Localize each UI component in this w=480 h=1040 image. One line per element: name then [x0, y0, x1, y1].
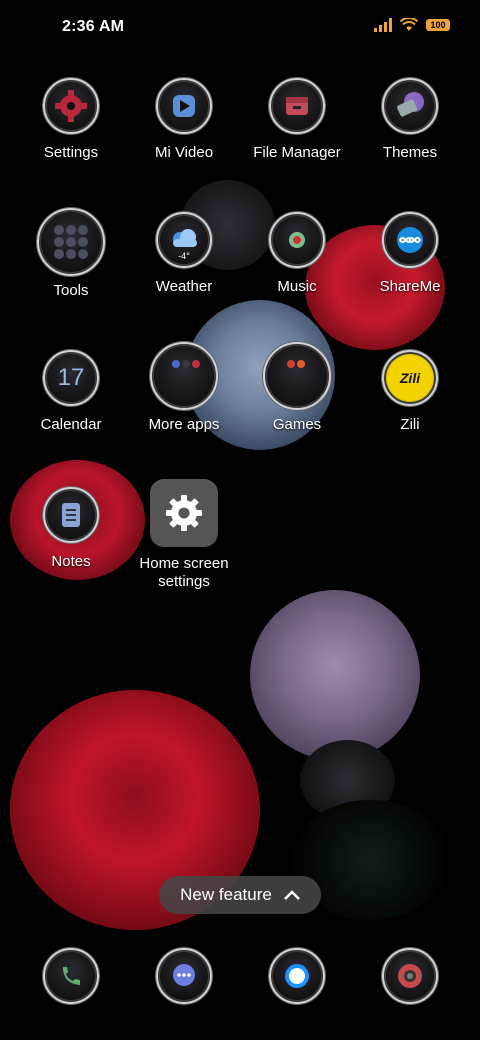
signal-icon [374, 18, 392, 32]
camera-icon [382, 948, 438, 1004]
battery-level: 100 [430, 20, 446, 30]
cloud-icon: -4° [156, 212, 212, 268]
app-label: File Manager [253, 144, 341, 161]
battery-icon: 100 [426, 19, 450, 31]
app-label: Zili [400, 416, 420, 433]
app-label: Home screen settings [139, 555, 229, 590]
status-icons: 100 [374, 18, 450, 32]
clock: 2:36 AM [62, 18, 125, 35]
new-feature-button[interactable]: New feature [159, 876, 321, 914]
app-themes[interactable]: Themes [355, 78, 465, 162]
calendar-day: 17 [57, 364, 85, 391]
infinity-icon [382, 212, 438, 268]
folder-grid-icon [263, 342, 331, 410]
app-zili[interactable]: Zili Zili [355, 350, 465, 434]
app-settings[interactable]: Settings [16, 78, 126, 162]
rose-purple [250, 590, 420, 760]
app-label: Music [277, 278, 317, 295]
app-games[interactable]: Games [242, 342, 352, 434]
app-label: Calendar [40, 416, 102, 433]
new-feature-label: New feature [180, 885, 272, 904]
app-home-screen-settings[interactable]: Home screen settings [129, 479, 239, 591]
notes-icon [43, 487, 99, 543]
app-label: More apps [148, 416, 220, 433]
app-label: Mi Video [154, 144, 214, 161]
browser-icon [269, 948, 325, 1004]
dock-camera[interactable] [355, 948, 465, 1004]
wifi-icon [400, 18, 418, 31]
app-label: Games [272, 416, 322, 433]
zili-logo: Zili [382, 350, 438, 406]
app-calendar[interactable]: 17 Calendar [16, 350, 126, 434]
play-icon [156, 78, 212, 134]
app-label: ShareMe [379, 278, 441, 295]
gear-icon [150, 479, 218, 547]
folder-icon [269, 78, 325, 134]
app-mi-video[interactable]: Mi Video [129, 78, 239, 162]
app-label: Notes [51, 553, 91, 570]
weather-temp: -4° [178, 251, 190, 261]
app-weather[interactable]: -4° Weather [129, 212, 239, 296]
app-label: Tools [53, 282, 89, 299]
dock-messages[interactable] [129, 948, 239, 1004]
music-icon [269, 212, 325, 268]
app-more-apps[interactable]: More apps [129, 342, 239, 434]
app-file-manager[interactable]: File Manager [242, 78, 352, 162]
folder-grid-icon [150, 342, 218, 410]
calendar-icon: 17 [43, 350, 99, 406]
app-tools[interactable]: Tools [16, 208, 126, 300]
message-icon [156, 948, 212, 1004]
brush-icon [382, 78, 438, 134]
chevron-up-icon [283, 890, 300, 900]
app-shareme[interactable]: ShareMe [355, 212, 465, 296]
app-label: Settings [43, 144, 99, 161]
app-label: Themes [382, 144, 438, 161]
folder-grid-icon [37, 208, 105, 276]
app-label: Weather [155, 278, 213, 295]
app-notes[interactable]: Notes [16, 487, 126, 571]
zili-logo-text: Zili [399, 370, 421, 386]
app-music[interactable]: Music [242, 212, 352, 296]
phone-icon [43, 948, 99, 1004]
status-bar: 2:36 AM 100 [0, 0, 480, 56]
dock-phone[interactable] [16, 948, 126, 1004]
gear-icon [43, 78, 99, 134]
dock-browser[interactable] [242, 948, 352, 1004]
